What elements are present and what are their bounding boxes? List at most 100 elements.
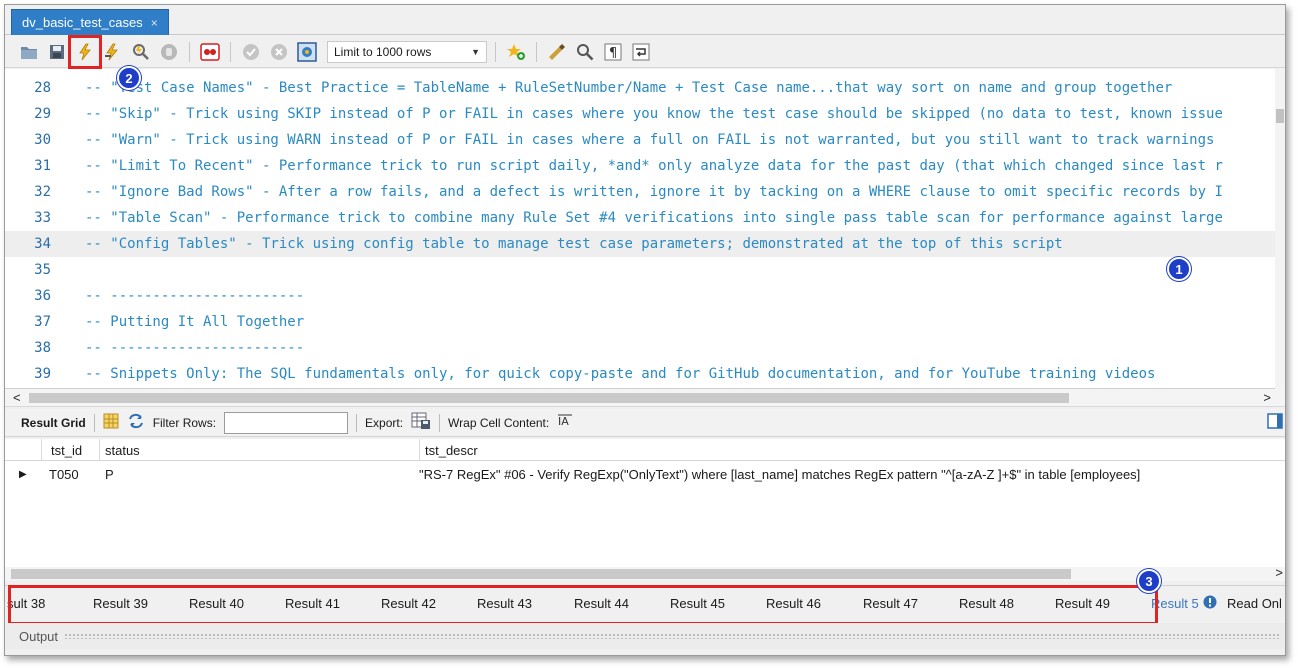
- scrollbar-thumb[interactable]: [1276, 109, 1284, 123]
- scroll-right-icon[interactable]: >: [1275, 565, 1283, 580]
- execute-icon[interactable]: [68, 34, 102, 69]
- result-tab-selected[interactable]: Result 5: [1151, 596, 1199, 611]
- folder-open-icon[interactable]: [17, 40, 41, 64]
- cell-tst-id[interactable]: T050: [49, 467, 79, 482]
- result-tab[interactable]: Result 49: [1055, 596, 1110, 611]
- bookmark-icon[interactable]: [504, 40, 528, 64]
- autocommit-icon[interactable]: [295, 40, 319, 64]
- toolbar-separator: [536, 41, 537, 62]
- beautify-icon[interactable]: [545, 40, 569, 64]
- find-icon[interactable]: [573, 40, 597, 64]
- result-tab[interactable]: Result 42: [381, 596, 436, 611]
- editor-vertical-scrollbar[interactable]: [1275, 69, 1285, 389]
- line-number: 35: [34, 262, 51, 278]
- panel-toggle-icon[interactable]: [1267, 413, 1283, 432]
- result-tab[interactable]: Result 41: [285, 596, 340, 611]
- execute-current-icon[interactable]: [101, 40, 125, 64]
- callout-badge-1: 1: [1167, 257, 1191, 281]
- toolbar-separator: [356, 413, 358, 432]
- code-text: -- "Ignore Bad Rows" - After a row fails…: [85, 184, 1223, 200]
- code-line: 37 -- Putting It All Together: [5, 309, 1277, 335]
- callout-badge-2: 2: [117, 66, 141, 90]
- result-tab[interactable]: Result 46: [766, 596, 821, 611]
- result-tab[interactable]: Result 48: [959, 596, 1014, 611]
- toolbar-separator: [189, 41, 190, 62]
- row-pointer-icon: ▶: [19, 469, 27, 480]
- column-header-status[interactable]: status: [105, 443, 140, 458]
- svg-text:IA: IA: [558, 415, 569, 428]
- toolbar-separator: [230, 41, 231, 62]
- filter-rows-input[interactable]: [224, 411, 349, 434]
- result-grid: tst_id status tst_descr ▶ T050 P "RS-7 R…: [5, 439, 1285, 571]
- sql-editor[interactable]: 28 -- "Test Case Names" - Best Practice =…: [5, 69, 1285, 389]
- wrap-cell-label: Wrap Cell Content:: [448, 415, 550, 430]
- result-tab[interactable]: Result 45: [670, 596, 725, 611]
- code-line: 38 -- -----------------------: [5, 335, 1277, 361]
- scroll-right-icon[interactable]: >: [1263, 390, 1271, 405]
- scroll-left-icon[interactable]: <: [13, 390, 21, 405]
- result-tab[interactable]: Result 39: [93, 596, 148, 611]
- result-tab[interactable]: Result 43: [477, 596, 532, 611]
- scrollbar-thumb[interactable]: [29, 393, 1069, 403]
- grid-horizontal-scrollbar[interactable]: >: [5, 565, 1285, 581]
- filter-rows-label: Filter Rows:: [152, 415, 217, 430]
- toggle-error-icon[interactable]: [198, 40, 222, 64]
- code-text: -- Snippets Only: The SQL fundamentals o…: [85, 366, 1156, 382]
- column-separator: [99, 439, 100, 461]
- line-number: 39: [34, 366, 51, 382]
- line-number: 29: [34, 106, 51, 122]
- cell-status[interactable]: P: [105, 467, 114, 482]
- export-icon[interactable]: [411, 412, 431, 433]
- code-text: -- "Config Tables" - Trick using config …: [85, 236, 1063, 252]
- result-grid-toolbar: Result Grid Filter Rows: Export: Wrap Ce…: [5, 409, 1285, 437]
- column-header-tst-descr[interactable]: tst_descr: [425, 443, 478, 458]
- code-line: 29 -- "Skip" - Trick using SKIP instead o…: [5, 101, 1277, 127]
- scrollbar-thumb[interactable]: [11, 569, 1071, 579]
- column-header-tst-id[interactable]: tst_id: [51, 443, 82, 458]
- query-tab-title: dv_basic_test_cases: [22, 15, 143, 30]
- rollback-icon[interactable]: [267, 40, 291, 64]
- stop-icon[interactable]: [157, 40, 181, 64]
- result-grid-label[interactable]: Result Grid: [21, 416, 86, 430]
- editor-horizontal-scrollbar[interactable]: < >: [5, 389, 1285, 407]
- line-number: 37: [34, 314, 51, 330]
- wrap-cell-icon[interactable]: IA: [557, 413, 573, 432]
- output-label: Output: [19, 628, 59, 644]
- limit-rows-value: Limit to 1000 rows: [334, 44, 432, 59]
- line-number: 38: [34, 340, 51, 356]
- line-number: 33: [34, 210, 51, 226]
- line-number: 34: [34, 236, 51, 252]
- query-tab[interactable]: dv_basic_test_cases ×: [11, 9, 169, 35]
- limit-rows-select[interactable]: Limit to 1000 rows ▼: [327, 40, 487, 63]
- code-text: -- "Warn" - Trick using WARN instead of …: [85, 132, 1215, 148]
- line-number: 28: [34, 80, 51, 96]
- commit-icon[interactable]: [239, 40, 263, 64]
- code-text: -- "Table Scan" - Performance trick to c…: [85, 210, 1223, 226]
- column-separator: [41, 439, 42, 461]
- result-tab[interactable]: Result 47: [863, 596, 918, 611]
- explain-icon[interactable]: [129, 40, 153, 64]
- line-number: 30: [34, 132, 51, 148]
- line-number: 32: [34, 184, 51, 200]
- code-line: 39 -- Snippets Only: The SQL fundamentals…: [5, 361, 1277, 387]
- code-text: -- -----------------------: [85, 288, 305, 304]
- invisibles-icon[interactable]: ¶: [601, 40, 625, 64]
- result-tab[interactable]: sult 38: [7, 596, 45, 611]
- grid-view-icon[interactable]: [103, 413, 119, 432]
- code-line: 31 -- "Limit To Recent" - Performance tri…: [5, 153, 1277, 179]
- chevron-down-icon: ▼: [471, 46, 480, 57]
- drag-handle[interactable]: [64, 633, 1279, 639]
- result-tab[interactable]: Result 44: [574, 596, 629, 611]
- refresh-icon[interactable]: [127, 413, 145, 432]
- result-tab[interactable]: Result 40: [189, 596, 244, 611]
- output-panel-bar[interactable]: Output: [5, 623, 1285, 649]
- column-separator: [419, 439, 420, 461]
- wrap-icon[interactable]: [629, 40, 653, 64]
- save-icon[interactable]: [45, 40, 69, 64]
- close-tab-icon[interactable]: ×: [151, 16, 158, 30]
- table-row[interactable]: ▶ T050 P "RS-7 RegEx" #06 - Verify RegEx…: [5, 463, 1285, 485]
- code-line: 32 -- "Ignore Bad Rows" - After a row fai…: [5, 179, 1277, 205]
- code-line: 30 -- "Warn" - Trick using WARN instead o…: [5, 127, 1277, 153]
- code-text: -- "Test Case Names" - Best Practice = T…: [85, 80, 1173, 96]
- cell-tst-descr[interactable]: "RS-7 RegEx" #06 - Verify RegExp("OnlyTe…: [419, 467, 1140, 482]
